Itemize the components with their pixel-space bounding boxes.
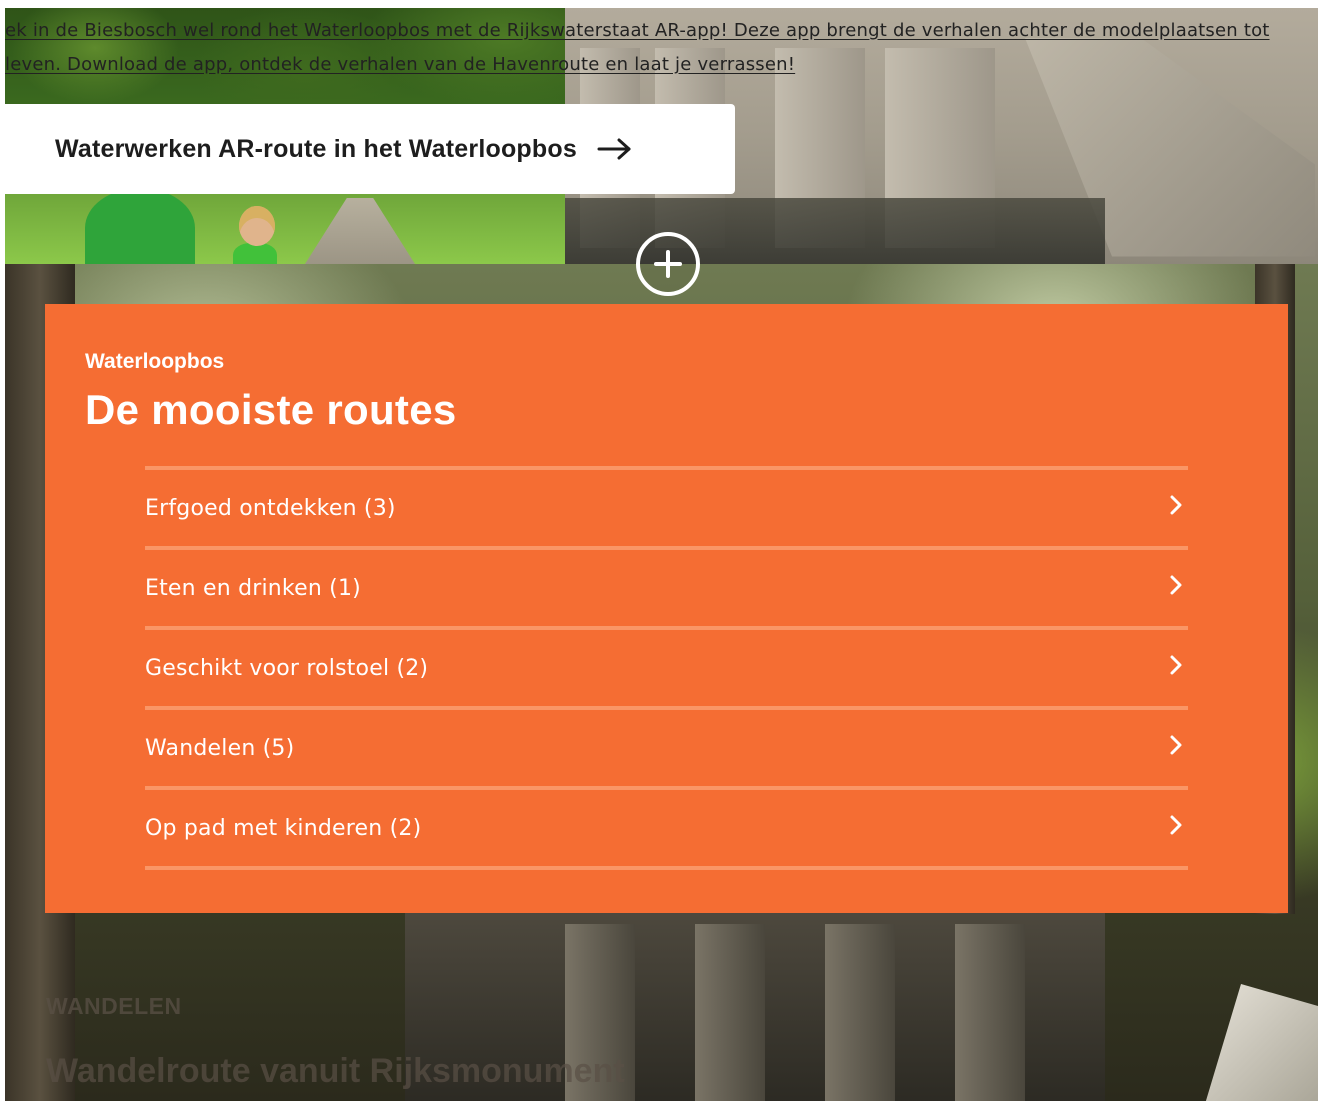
- rock: [1205, 984, 1318, 1101]
- ar-route-link-label: Waterwerken AR-route in het Waterloopbos: [55, 134, 577, 163]
- hero-intro-text: ek in de Biesbosch wel rond het Waterloo…: [5, 14, 1315, 82]
- bridge-pillar: [695, 924, 765, 1101]
- ar-route-link[interactable]: Waterwerken AR-route in het Waterloopbos: [5, 104, 735, 194]
- arrow-right-icon: [597, 138, 633, 160]
- bridge-pillar: [955, 924, 1025, 1101]
- hero-person-child-head: [239, 206, 275, 246]
- bridge-pillar: [825, 924, 895, 1101]
- hero-water: [505, 198, 1105, 264]
- routes-eyebrow: Waterloopbos: [85, 350, 225, 373]
- chevron-right-icon: [1170, 815, 1182, 835]
- route-item-eten[interactable]: Eten en drinken (1): [145, 550, 1188, 630]
- chevron-right-icon: [1170, 495, 1182, 515]
- routes-title: De mooiste routes: [85, 386, 457, 433]
- chevron-right-icon: [1170, 735, 1182, 755]
- route-item-label: Geschikt voor rolstoel (2): [145, 655, 429, 681]
- route-item-erfgoed[interactable]: Erfgoed ontdekken (3): [145, 470, 1188, 550]
- hero-intro-link[interactable]: ek in de Biesbosch wel rond het Waterloo…: [5, 20, 1270, 75]
- plus-icon: [654, 250, 682, 278]
- routes-panel: Waterloopbos De mooiste routes Erfgoed o…: [45, 304, 1288, 913]
- expand-button[interactable]: [636, 232, 700, 296]
- route-item-label: Erfgoed ontdekken (3): [145, 495, 396, 521]
- chevron-right-icon: [1170, 655, 1182, 675]
- route-item-wandelen[interactable]: Wandelen (5): [145, 710, 1188, 790]
- teaser-title-link[interactable]: Wandelroute vanuit Rijksmonument: [46, 1052, 625, 1091]
- route-item-label: Eten en drinken (1): [145, 575, 361, 601]
- route-item-label: Op pad met kinderen (2): [145, 815, 422, 841]
- route-item-kinderen[interactable]: Op pad met kinderen (2): [145, 790, 1188, 870]
- teaser-category: WANDELEN: [46, 993, 182, 1019]
- route-item-rolstoel[interactable]: Geschikt voor rolstoel (2): [145, 630, 1188, 710]
- routes-list: Erfgoed ontdekken (3) Eten en drinken (1…: [145, 466, 1188, 870]
- hero-person-child: [233, 243, 277, 264]
- route-item-label: Wandelen (5): [145, 735, 295, 761]
- chevron-right-icon: [1170, 575, 1182, 595]
- hero-person-adult: [85, 188, 195, 264]
